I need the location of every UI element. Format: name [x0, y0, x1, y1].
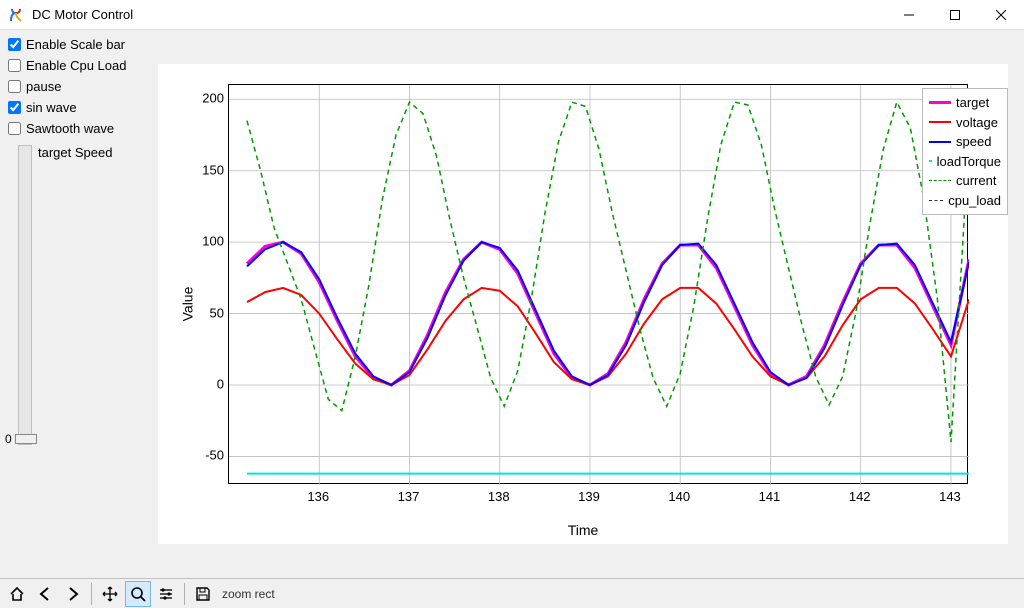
x-tick-label: 141 [759, 489, 781, 504]
x-axis-label: Time [568, 522, 599, 538]
option-sin-wave[interactable]: sin wave [8, 97, 142, 118]
move-icon [101, 585, 119, 603]
y-tick-label: 100 [188, 234, 224, 249]
legend-entry: speed [929, 132, 1001, 152]
option-label: sin wave [26, 100, 77, 115]
checkbox-enable-scale-bar[interactable] [8, 38, 21, 51]
legend-swatch [929, 141, 951, 143]
y-tick-label: 150 [188, 162, 224, 177]
toolbar-separator [184, 583, 185, 605]
checkbox-sin-wave[interactable] [8, 101, 21, 114]
legend-label: speed [956, 132, 991, 152]
option-label: Enable Cpu Load [26, 58, 126, 73]
legend-entry: cpu_load [929, 191, 1001, 211]
app-icon [8, 7, 24, 23]
pan-button[interactable] [97, 581, 123, 607]
legend-label: current [956, 171, 996, 191]
legend-swatch [929, 180, 951, 181]
chart-frame: Value Time targetvoltagespeedloadTorquec… [158, 64, 1008, 544]
legend-swatch [929, 200, 943, 201]
checkbox-sawtooth-wave[interactable] [8, 122, 21, 135]
legend-label: loadTorque [937, 152, 1001, 172]
sliders-icon [157, 585, 175, 603]
slider-value: 0 [5, 432, 12, 446]
legend-entry: target [929, 93, 1001, 113]
window-title: DC Motor Control [32, 7, 133, 22]
slider-thumb[interactable] [15, 434, 37, 444]
home-button[interactable] [4, 581, 30, 607]
x-tick-label: 142 [849, 489, 871, 504]
y-tick-label: 200 [188, 91, 224, 106]
matplotlib-toolbar: zoom rect [0, 578, 1024, 608]
option-label: pause [26, 79, 61, 94]
plot-canvas[interactable] [228, 84, 968, 484]
zoom-button[interactable] [125, 581, 151, 607]
target-speed-slider-block: 0 target Speed [8, 145, 142, 445]
arrow-left-icon [36, 585, 54, 603]
legend-label: target [956, 93, 989, 113]
x-tick-label: 136 [307, 489, 329, 504]
maximize-icon [950, 10, 960, 20]
legend-swatch [929, 121, 951, 123]
legend-label: voltage [956, 113, 998, 133]
close-icon [996, 10, 1006, 20]
legend-entry: voltage [929, 113, 1001, 133]
save-button[interactable] [190, 581, 216, 607]
checkbox-pause[interactable] [8, 80, 21, 93]
save-icon [194, 585, 212, 603]
legend-swatch [929, 101, 951, 104]
minimize-icon [904, 10, 914, 20]
y-tick-label: -50 [188, 448, 224, 463]
target-speed-slider[interactable]: 0 [18, 145, 32, 445]
option-enable-scale-bar[interactable]: Enable Scale bar [8, 34, 142, 55]
back-button[interactable] [32, 581, 58, 607]
x-tick-label: 139 [578, 489, 600, 504]
x-tick-label: 140 [668, 489, 690, 504]
option-sawtooth-wave[interactable]: Sawtooth wave [8, 118, 142, 139]
legend-entry: current [929, 171, 1001, 191]
minimize-button[interactable] [886, 0, 932, 30]
y-tick-label: 50 [188, 305, 224, 320]
sidebar: Enable Scale bar Enable Cpu Load pause s… [0, 30, 150, 578]
option-label: Sawtooth wave [26, 121, 114, 136]
window-titlebar: DC Motor Control [0, 0, 1024, 30]
x-tick-label: 143 [939, 489, 961, 504]
close-button[interactable] [978, 0, 1024, 30]
forward-button[interactable] [60, 581, 86, 607]
toolbar-separator [91, 583, 92, 605]
main-area: Enable Scale bar Enable Cpu Load pause s… [0, 30, 1024, 578]
toolbar-status: zoom rect [222, 587, 275, 601]
option-enable-cpu-load[interactable]: Enable Cpu Load [8, 55, 142, 76]
x-tick-label: 137 [398, 489, 420, 504]
option-label: Enable Scale bar [26, 37, 125, 52]
legend-swatch [929, 160, 932, 162]
checkbox-enable-cpu-load[interactable] [8, 59, 21, 72]
slider-label: target Speed [38, 145, 112, 160]
home-icon [8, 585, 26, 603]
legend-label: cpu_load [948, 191, 1001, 211]
maximize-button[interactable] [932, 0, 978, 30]
y-tick-label: 0 [188, 377, 224, 392]
legend: targetvoltagespeedloadTorquecurrentcpu_l… [922, 88, 1008, 215]
arrow-right-icon [64, 585, 82, 603]
chart-area: Value Time targetvoltagespeedloadTorquec… [150, 30, 1024, 578]
x-tick-label: 138 [488, 489, 510, 504]
option-pause[interactable]: pause [8, 76, 142, 97]
subplots-button[interactable] [153, 581, 179, 607]
legend-entry: loadTorque [929, 152, 1001, 172]
zoom-icon [129, 585, 147, 603]
